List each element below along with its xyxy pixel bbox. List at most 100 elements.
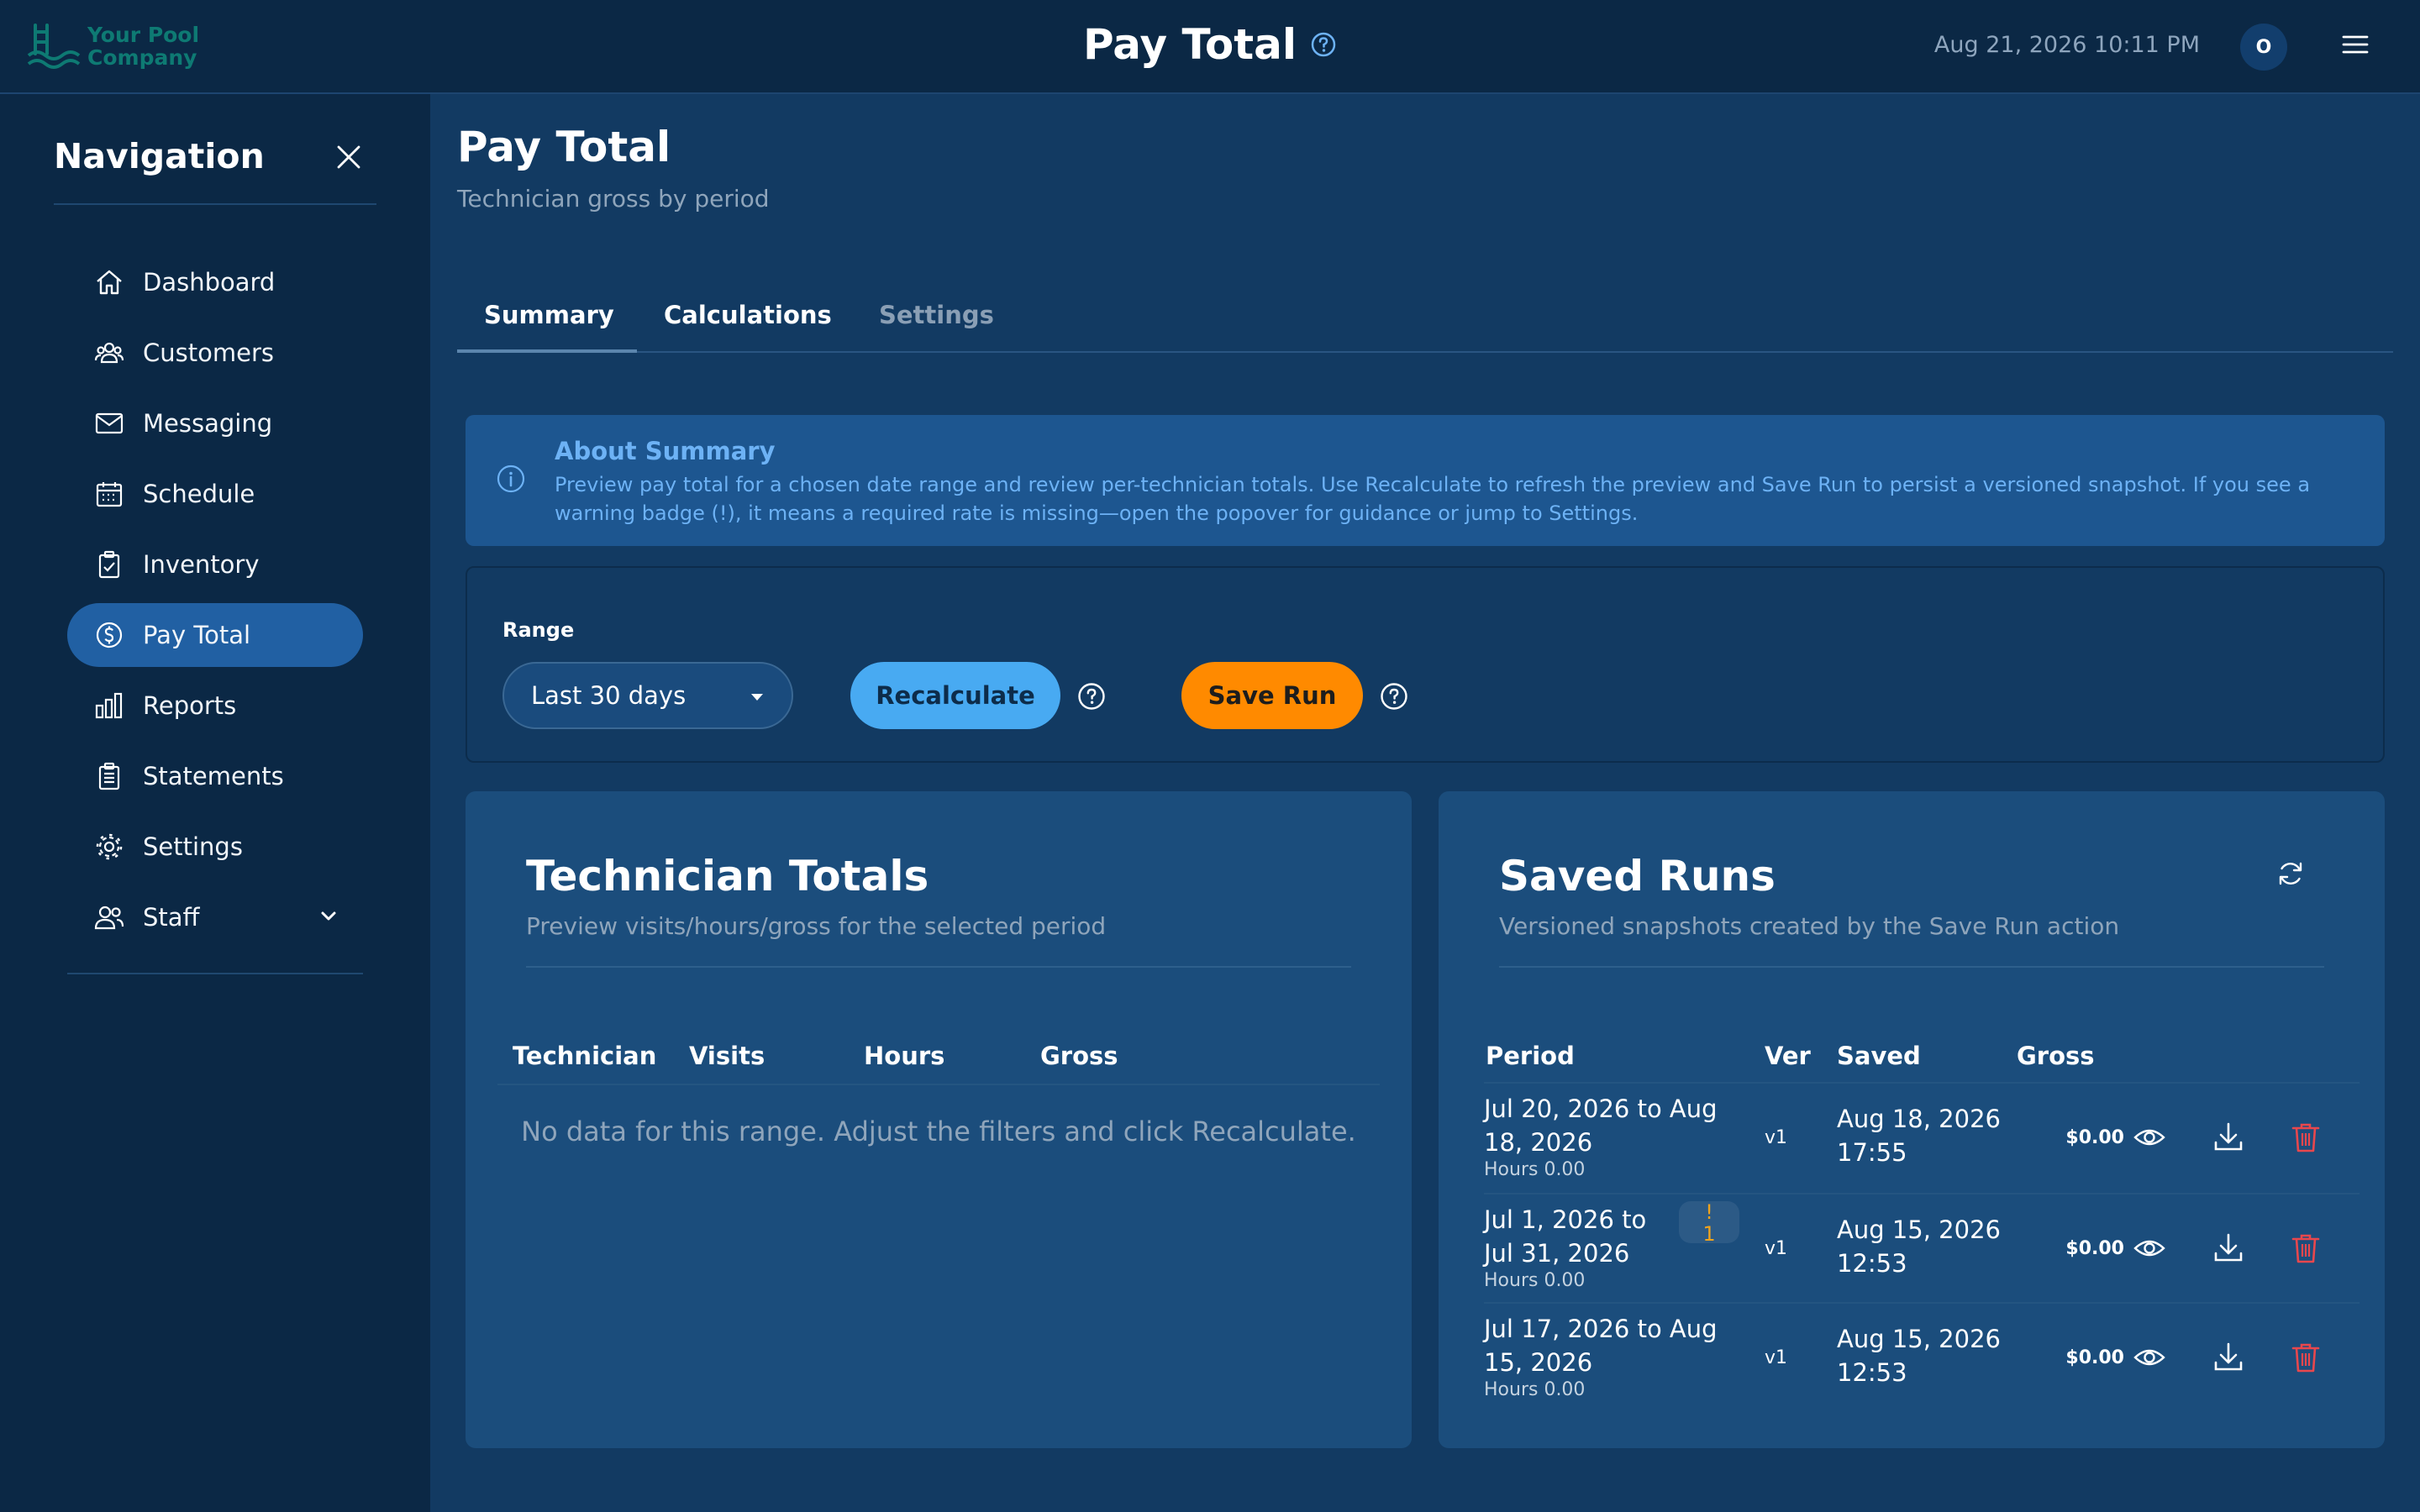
card-subtitle: Preview visits/hours/gross for the selec… (526, 912, 1107, 940)
clipboard-check-icon (94, 549, 124, 580)
sidebar-item-label: Customers (143, 339, 274, 367)
column-header-ver[interactable]: Ver (1765, 1042, 1811, 1070)
sidebar-item-messaging[interactable]: Messaging (67, 391, 363, 455)
row-version: v1 (1765, 1238, 1788, 1259)
card-title: Saved Runs (1499, 852, 1776, 900)
mail-icon (94, 408, 124, 438)
row-period: Jul 1, 2026 to Jul 31, 2026 (1484, 1205, 1647, 1268)
about-text: Preview pay total for a chosen date rang… (555, 473, 2311, 525)
column-header-visits[interactable]: Visits (689, 1042, 765, 1070)
sidebar-item-settings[interactable]: Settings (67, 815, 363, 879)
close-icon[interactable] (334, 143, 363, 171)
table-row: Jul 17, 2026 to Aug 15, 2026 Hours 0.00 … (1484, 1302, 2360, 1411)
staff-icon (94, 902, 124, 932)
column-header-saved[interactable]: Saved (1837, 1042, 1921, 1070)
divider (526, 966, 1351, 968)
divider (67, 973, 363, 974)
current-datetime: Aug 21, 2026 10:11 PM (1933, 32, 2200, 58)
row-saved-date: Aug 18, 2026 17:55 (1837, 1105, 2001, 1167)
row-gross: $0.00 (2065, 1127, 2124, 1148)
column-header-hours[interactable]: Hours (864, 1042, 944, 1070)
tab-settings[interactable]: Settings (879, 301, 994, 329)
delete-trash-icon[interactable] (2289, 1341, 2323, 1374)
nav-list: Dashboard Customers Messaging Schedule I… (67, 250, 363, 956)
sidebar-item-label: Dashboard (143, 268, 276, 297)
tab-calculations[interactable]: Calculations (664, 301, 832, 329)
warning-count: 1 (1702, 1222, 1716, 1246)
download-icon[interactable] (2212, 1121, 2245, 1154)
help-icon[interactable] (1077, 682, 1106, 711)
delete-trash-icon[interactable] (2289, 1231, 2323, 1265)
range-label: Range (502, 618, 575, 642)
page-title: Pay Total (457, 123, 671, 171)
sidebar-item-pay-total[interactable]: Pay Total (67, 603, 363, 667)
sidebar-item-schedule[interactable]: Schedule (67, 462, 363, 526)
column-header-gross[interactable]: Gross (1040, 1042, 1118, 1070)
column-header-gross[interactable]: Gross (2017, 1042, 2095, 1070)
help-icon[interactable] (1380, 682, 1408, 711)
help-icon[interactable] (1310, 31, 1337, 58)
document-icon (94, 761, 124, 791)
sidebar-item-label: Settings (143, 832, 243, 861)
info-icon (496, 464, 526, 494)
row-hours: Hours 0.00 (1484, 1270, 1586, 1291)
column-header-technician[interactable]: Technician (513, 1042, 656, 1070)
save-run-button[interactable]: Save Run (1181, 662, 1363, 729)
row-version: v1 (1765, 1347, 1788, 1368)
home-icon (94, 267, 124, 297)
calendar-icon (94, 479, 124, 509)
sidebar-item-staff[interactable]: Staff (67, 885, 363, 949)
active-tab-indicator (457, 349, 637, 353)
users-icon (94, 338, 124, 368)
divider (1499, 966, 2324, 968)
tab-summary[interactable]: Summary (484, 301, 614, 329)
sidebar-item-dashboard[interactable]: Dashboard (67, 250, 363, 314)
row-version: v1 (1765, 1127, 1788, 1148)
user-avatar[interactable]: O (2240, 24, 2287, 71)
row-saved-date: Aug 15, 2026 12:53 (1837, 1215, 2001, 1278)
recalculate-button[interactable]: Recalculate (850, 662, 1060, 729)
view-eye-icon[interactable] (2133, 1121, 2166, 1154)
sidebar-item-label: Schedule (143, 480, 255, 508)
delete-trash-icon[interactable] (2289, 1121, 2323, 1154)
missing-rate-warning-badge[interactable]: ! 1 (1679, 1200, 1739, 1246)
sidebar-item-inventory[interactable]: Inventory (67, 533, 363, 596)
refresh-icon[interactable] (2275, 858, 2306, 889)
row-saved-date: Aug 15, 2026 12:53 (1837, 1325, 2001, 1387)
gear-icon (94, 832, 124, 862)
sidebar-item-customers[interactable]: Customers (67, 321, 363, 385)
divider (497, 1084, 1380, 1085)
view-eye-icon[interactable] (2133, 1341, 2166, 1374)
table-row: Jul 20, 2026 to Aug 18, 2026 Hours 0.00 … (1484, 1082, 2360, 1191)
caret-down-icon (750, 692, 765, 702)
range-select[interactable]: Last 30 days (502, 662, 793, 729)
about-summary-alert: About Summary Preview pay total for a ch… (466, 415, 2385, 546)
sidebar: Navigation Dashboard Customers Messaging (0, 94, 430, 1512)
hamburger-menu-icon[interactable] (2341, 30, 2370, 59)
card-subtitle: Versioned snapshots created by the Save … (1499, 912, 2120, 940)
row-period: Jul 17, 2026 to Aug 15, 2026 (1484, 1315, 1718, 1377)
range-controls-card: Range Last 30 days Recalculate Save Run (466, 566, 2385, 763)
sidebar-item-label: Reports (143, 691, 237, 720)
range-select-value: Last 30 days (531, 681, 687, 710)
technician-totals-card: Technician Totals Preview visits/hours/g… (466, 791, 1412, 1448)
top-bar: Your Pool Company Pay Total Aug 21, 2026… (0, 0, 2420, 94)
sidebar-item-label: Inventory (143, 550, 260, 579)
tab-bar: Summary Calculations Settings (457, 289, 2393, 353)
view-eye-icon[interactable] (2133, 1231, 2166, 1265)
divider (54, 203, 376, 205)
download-icon[interactable] (2212, 1341, 2245, 1374)
sidebar-item-reports[interactable]: Reports (67, 674, 363, 738)
sidebar-item-label: Statements (143, 762, 284, 790)
sidebar-title: Navigation (54, 136, 265, 176)
about-title: About Summary (555, 437, 776, 465)
empty-state-message: No data for this range. Adjust the filte… (521, 1116, 1356, 1147)
sidebar-item-label: Messaging (143, 409, 273, 438)
chevron-down-icon[interactable] (318, 906, 339, 927)
warning-icon: ! (1705, 1200, 1713, 1224)
sidebar-item-statements[interactable]: Statements (67, 744, 363, 808)
download-icon[interactable] (2212, 1231, 2245, 1265)
page-subtitle: Technician gross by period (457, 185, 770, 213)
row-gross: $0.00 (2065, 1238, 2124, 1259)
column-header-period[interactable]: Period (1486, 1042, 1575, 1070)
